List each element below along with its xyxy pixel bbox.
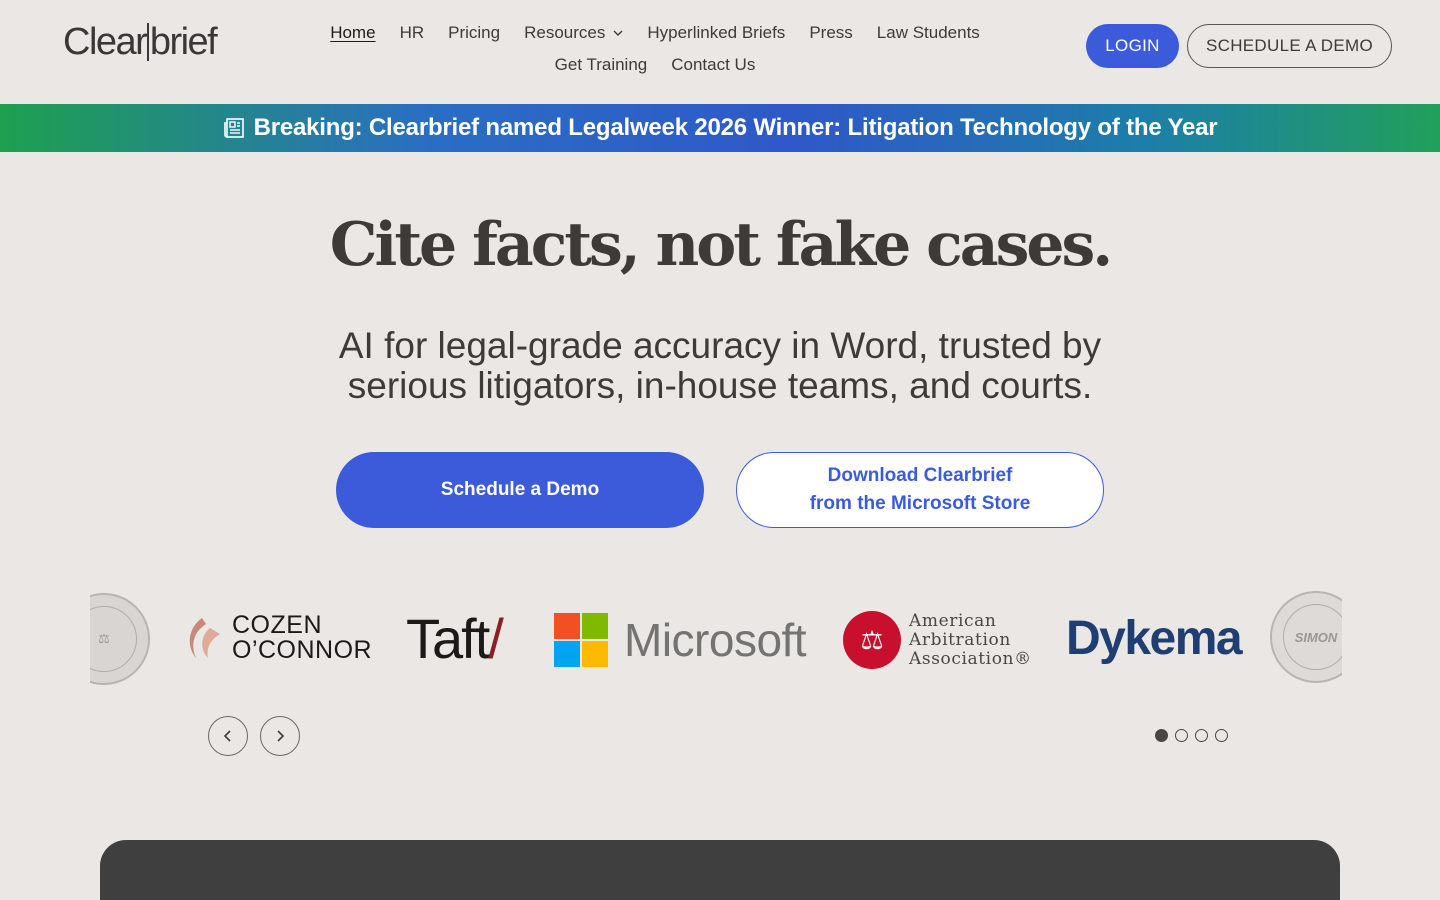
nav-press[interactable]: Press (809, 22, 852, 44)
nav-get-training[interactable]: Get Training (555, 54, 648, 76)
chevron-down-icon (613, 30, 623, 36)
dykema-word: Dykema (1066, 612, 1243, 665)
simon-seal-text: SIMON (1283, 604, 1342, 670)
carousel-dot-1[interactable] (1155, 729, 1168, 742)
announcement-banner[interactable]: Breaking: Clearbrief named Legalweek 202… (0, 104, 1440, 152)
microsoft-word: Microsoft (624, 614, 807, 666)
dykema-logo: Dykema (1066, 611, 1243, 666)
download-cta-line1: Download Clearbrief (827, 465, 1013, 486)
nav-hyperlinked-briefs[interactable]: Hyperlinked Briefs (647, 22, 785, 44)
clearbrief-logo[interactable]: Clear brief (63, 20, 218, 64)
hero-subtitle-line2: serious litigators, in-house teams, and … (347, 365, 1093, 406)
schedule-demo-button[interactable]: Schedule a Demo (336, 452, 704, 528)
download-cta-line2: from the Microsoft Store (809, 493, 1031, 514)
banner-text: Breaking: Clearbrief named Legalweek 202… (253, 114, 1218, 141)
nav-law-students[interactable]: Law Students (877, 22, 980, 44)
microsoft-grid-icon (554, 613, 608, 667)
nav-hr[interactable]: HR (400, 22, 425, 44)
newspaper-icon (223, 118, 244, 138)
chevron-left-icon (223, 730, 231, 742)
schedule-demo-header-button[interactable]: SCHEDULE A DEMO (1187, 24, 1392, 68)
carousel-dot-3[interactable] (1195, 729, 1208, 742)
cozen-oconnor-logo: COZEN O’CONNOR (180, 613, 372, 663)
nav-contact-us[interactable]: Contact Us (671, 54, 755, 76)
nav-home[interactable]: Home (330, 22, 375, 44)
seal-icon: ⚖ (90, 593, 150, 685)
carousel-dot-4[interactable] (1215, 729, 1228, 742)
cozen-line1: COZEN (232, 611, 322, 639)
american-arbitration-association-logo: ⚖ American Arbitration Association® (843, 611, 1032, 669)
taft-logo: Taft / (406, 607, 504, 671)
nav-resources-label: Resources (524, 23, 606, 42)
cozen-flame-icon (189, 618, 220, 658)
carousel-next-button[interactable] (260, 716, 300, 756)
simon-law-seal-logo: SIMON (1270, 591, 1342, 683)
scales-of-justice-icon: ⚖ (843, 611, 901, 669)
hero-subtitle-line1: AI for legal-grade accuracy in Word, tru… (338, 325, 1102, 366)
microsoft-logo: Microsoft (554, 613, 807, 667)
logo-divider (147, 23, 149, 61)
site-header: Clear brief Home HR Pricing Resources Hyp… (0, 0, 1440, 104)
nav-pricing[interactable]: Pricing (448, 22, 500, 44)
aaa-line1: American (909, 610, 997, 631)
nav-resources[interactable]: Resources (524, 22, 623, 44)
court-seal-logo: ⚖ (90, 593, 150, 685)
aaa-line3: Association® (909, 648, 1032, 669)
hero-subtitle: AI for legal-grade accuracy in Word, tru… (300, 326, 1140, 406)
login-button[interactable]: LOGIN (1086, 24, 1179, 68)
taft-slash: / (488, 607, 504, 670)
logo-text-brief: brief (149, 21, 218, 63)
seal-icon: SIMON (1270, 591, 1342, 683)
carousel-prev-button[interactable] (208, 716, 248, 756)
carousel-pagination (1155, 729, 1235, 742)
carousel-dot-2[interactable] (1175, 729, 1188, 742)
dark-content-panel (100, 840, 1340, 900)
cozen-line2: O’CONNOR (232, 636, 373, 664)
download-microsoft-store-button[interactable]: Download Clearbrief from the Microsoft S… (736, 452, 1104, 528)
client-logo-carousel: ⚖ COZEN O’CONNOR Taft / Microsoft ⚖ Ameri… (90, 585, 1342, 695)
aaa-line2: Arbitration (909, 629, 1011, 650)
logo-text-clear: Clear (63, 21, 148, 63)
main-nav: Home HR Pricing Resources Hyperlinked Br… (310, 22, 1000, 76)
hero-title: Cite facts, not fake cases. (329, 210, 1113, 280)
chevron-right-icon (277, 730, 285, 742)
taft-word: Taft (406, 607, 490, 670)
